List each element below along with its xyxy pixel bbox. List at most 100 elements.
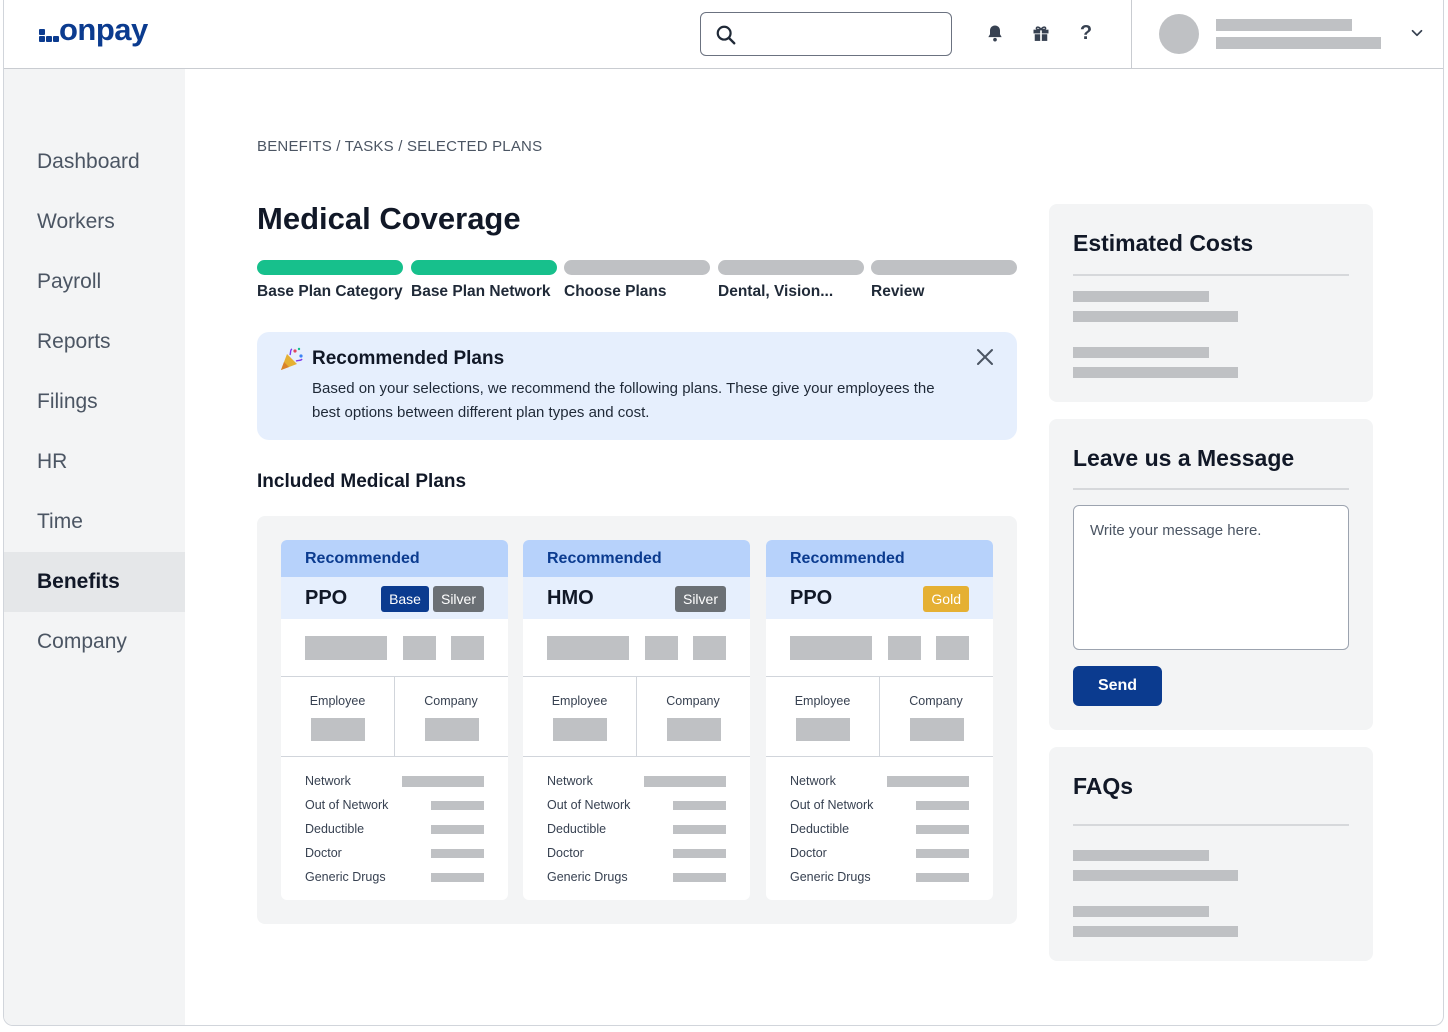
- placeholder-bar: [796, 718, 850, 741]
- tag-gold: Gold: [923, 586, 969, 612]
- plan-summary-placeholder: [766, 619, 993, 677]
- detail-label: Deductible: [305, 822, 365, 836]
- chevron-down-icon[interactable]: [1408, 24, 1426, 42]
- step-review[interactable]: Review: [871, 260, 1017, 301]
- recommended-label: Recommended: [281, 540, 508, 577]
- placeholder-bar: [311, 718, 365, 741]
- search-box[interactable]: [700, 12, 952, 56]
- placeholder-bar: [916, 849, 969, 858]
- company-label: Company: [424, 694, 478, 708]
- placeholder-bar: [1073, 367, 1238, 378]
- step-choose-plans[interactable]: Choose Plans: [564, 260, 710, 301]
- placeholder-bar: [916, 873, 969, 882]
- plan-tags: Gold: [923, 586, 969, 612]
- sidebar-item-hr[interactable]: HR: [4, 432, 185, 492]
- placeholder-bar: [790, 636, 872, 660]
- step-base-plan-category[interactable]: Base Plan Category: [257, 260, 403, 301]
- placeholder-bar: [431, 825, 484, 834]
- placeholder-bar: [1073, 870, 1238, 881]
- sidebar-item-workers[interactable]: Workers: [4, 192, 185, 252]
- step-label: Base Plan Category: [257, 283, 403, 300]
- estimated-costs-title: Estimated Costs: [1073, 230, 1254, 256]
- detail-row-network: Network: [766, 774, 993, 798]
- detail-row-out-of-network: Out of Network: [523, 798, 750, 822]
- message-panel: Leave us a Message Send: [1049, 419, 1373, 730]
- placeholder-bar: [888, 636, 921, 660]
- placeholder-bar: [305, 636, 387, 660]
- placeholder-bar[interactable]: [1073, 906, 1209, 917]
- tag-base: Base: [381, 586, 429, 612]
- detail-row-deductible: Deductible: [523, 822, 750, 846]
- placeholder-bar: [887, 776, 969, 787]
- step-label: Choose Plans: [564, 283, 667, 300]
- breadcrumb[interactable]: BENEFITS / TASKS / SELECTED PLANS: [257, 138, 542, 155]
- estimated-costs-panel: Estimated Costs: [1049, 204, 1373, 402]
- user-name-placeholder: [1216, 19, 1352, 31]
- detail-label: Doctor: [547, 846, 584, 860]
- detail-label: Deductible: [790, 822, 850, 836]
- plan-tags: Base Silver: [381, 586, 484, 612]
- placeholder-bar: [673, 825, 726, 834]
- placeholder-bar: [645, 636, 678, 660]
- plan-details: Network Out of Network Deductible Doctor…: [766, 757, 993, 894]
- step-base-plan-network[interactable]: Base Plan Network: [411, 260, 557, 301]
- placeholder-bar: [1073, 926, 1238, 937]
- message-textarea[interactable]: [1073, 505, 1349, 650]
- placeholder-bar: [1073, 347, 1209, 358]
- placeholder-bar: [431, 873, 484, 882]
- company-cost: Company: [636, 677, 749, 757]
- placeholder-bar: [451, 636, 484, 660]
- sidebar-item-payroll[interactable]: Payroll: [4, 252, 185, 312]
- logo-text: onpay: [59, 12, 148, 47]
- sidebar-item-filings[interactable]: Filings: [4, 372, 185, 432]
- plan-name: PPO: [790, 586, 833, 609]
- divider: [1073, 274, 1349, 276]
- sidebar-item-benefits[interactable]: Benefits: [4, 552, 185, 612]
- sidebar-item-time[interactable]: Time: [4, 492, 185, 552]
- plan-summary-placeholder: [281, 619, 508, 677]
- detail-label: Generic Drugs: [305, 870, 386, 884]
- avatar[interactable]: [1159, 14, 1199, 54]
- sidebar-nav: Dashboard Workers Payroll Reports Filing…: [4, 69, 185, 1025]
- plan-card-ppo-base-silver[interactable]: Recommended PPO Base Silver Employee Com…: [281, 540, 508, 900]
- detail-label: Out of Network: [547, 798, 631, 812]
- gift-icon[interactable]: [1030, 22, 1052, 44]
- step-bar: [257, 260, 403, 275]
- step-bar: [718, 260, 864, 275]
- placeholder-bar: [403, 636, 436, 660]
- included-plans-title: Included Medical Plans: [257, 471, 467, 492]
- close-icon[interactable]: [973, 345, 997, 369]
- plan-card-hmo-silver[interactable]: Recommended HMO Silver Employee Company: [523, 540, 750, 900]
- plan-card-ppo-gold[interactable]: Recommended PPO Gold Employee Company Ne…: [766, 540, 993, 900]
- top-header: onpay ?: [4, 0, 1443, 69]
- sidebar-item-company[interactable]: Company: [4, 612, 185, 672]
- search-input[interactable]: [745, 21, 941, 47]
- detail-label: Network: [305, 774, 351, 788]
- placeholder-bar: [693, 636, 726, 660]
- onpay-logo[interactable]: onpay: [37, 14, 148, 45]
- bell-icon[interactable]: [984, 22, 1006, 44]
- plans-panel: Recommended PPO Base Silver Employee Com…: [257, 516, 1017, 924]
- employee-cost: Employee: [766, 677, 879, 757]
- send-button[interactable]: Send: [1073, 666, 1162, 706]
- placeholder-bar: [644, 776, 726, 787]
- placeholder-bar: [1073, 311, 1238, 322]
- plan-details: Network Out of Network Deductible Doctor…: [281, 757, 508, 894]
- help-icon[interactable]: ?: [1075, 22, 1097, 44]
- detail-label: Network: [790, 774, 836, 788]
- tag-silver: Silver: [432, 586, 484, 612]
- step-dental-vision[interactable]: Dental, Vision...: [718, 260, 864, 301]
- sidebar-item-dashboard[interactable]: Dashboard: [4, 132, 185, 192]
- step-label: Dental, Vision...: [718, 283, 834, 300]
- detail-label: Generic Drugs: [790, 870, 871, 884]
- placeholder-bar: [936, 636, 969, 660]
- step-bar: [564, 260, 710, 275]
- placeholder-bar[interactable]: [1073, 850, 1209, 861]
- faqs-title: FAQs: [1073, 773, 1134, 799]
- cost-split: Employee Company: [523, 677, 750, 757]
- placeholder-bar: [425, 718, 479, 741]
- employee-cost: Employee: [281, 677, 394, 757]
- message-title: Leave us a Message: [1073, 445, 1295, 471]
- sidebar-item-reports[interactable]: Reports: [4, 312, 185, 372]
- logo-mark-icon: [37, 18, 59, 42]
